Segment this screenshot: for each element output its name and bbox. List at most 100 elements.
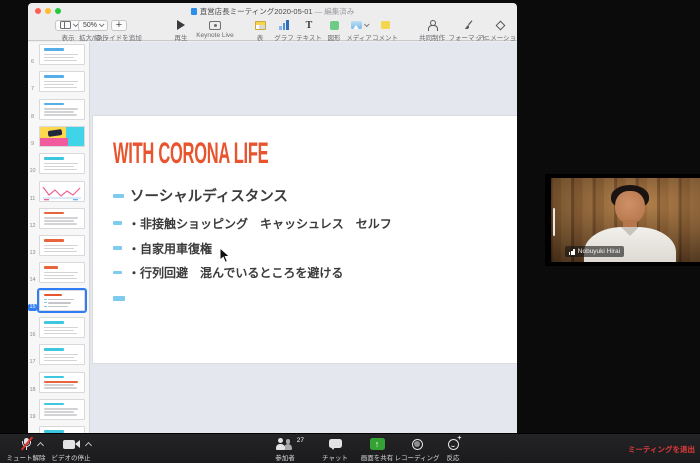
slide-thumbnail[interactable]	[39, 426, 85, 433]
keynote-content: 6 7 8 9 10 11 12 13 14 15 16 17 18 19 20 WITH CORONA L…	[28, 42, 517, 433]
current-slide[interactable]: WITH CORONA LIFE ソーシャルディスタンス・非接触ショッピング キ…	[93, 116, 517, 363]
slide-thumbnail[interactable]	[39, 181, 85, 202]
bullet-dash-icon	[113, 246, 122, 249]
document-button[interactable]: 書類	[502, 19, 517, 42]
slide-number: 10	[28, 168, 37, 174]
bullet-text: ・行列回避 混んでいるところを避ける	[128, 264, 343, 281]
slide-thumbnail-row: 8	[28, 99, 90, 120]
keynote-toolbar: 表示 50% 拡大/縮小 + スライドを追加 再生 Keynote Live 表	[28, 17, 517, 41]
slide-number: 18	[28, 387, 37, 393]
record-button[interactable]: レコーディング	[392, 437, 442, 462]
slide-thumbnail-row: 7	[28, 71, 90, 92]
slide-number: 14	[28, 277, 37, 283]
muted-mic-icon	[19, 437, 33, 451]
reaction-smiley-icon	[448, 439, 459, 450]
window-title: 直営店長ミーティング2020-05-01 — 編集済み	[28, 6, 517, 17]
unmute-button[interactable]: ミュート解除	[2, 437, 50, 462]
keynote-titlebar[interactable]: 直営店長ミーティング2020-05-01 — 編集済み	[28, 3, 517, 17]
slide-number: 13	[28, 250, 37, 256]
bullet-item: ソーシャルディスタンス	[113, 185, 288, 206]
bullet-item: ・自家用車復権	[113, 240, 212, 257]
zoom-meeting-screen: 直営店長ミーティング2020-05-01 — 編集済み 表示 50% 拡大/縮小…	[0, 0, 700, 463]
chat-bubble-icon	[329, 438, 342, 450]
slide-thumbnail[interactable]	[39, 235, 85, 256]
tile-resize-handle[interactable]	[553, 208, 555, 236]
bullet-item	[113, 296, 131, 301]
bullet-dash-icon	[113, 194, 124, 198]
participants-button[interactable]: 27 参加者	[262, 437, 308, 462]
slide-thumbnail[interactable]	[39, 290, 85, 311]
slide-number: 15	[28, 304, 37, 311]
participant-video: Nobuyuki Hirai	[551, 178, 700, 262]
participants-count-badge: 27	[297, 437, 304, 444]
slide-number: 8	[28, 114, 37, 120]
slide-thumbnail-row: 14	[28, 262, 90, 283]
bullet-text: ソーシャルディスタンス	[130, 185, 288, 206]
comment-icon	[381, 21, 390, 29]
slide-thumbnail[interactable]	[39, 399, 85, 420]
slide-number: 12	[28, 223, 37, 229]
comment-button[interactable]: コメント	[360, 19, 410, 42]
slide-number: 9	[28, 141, 37, 147]
slide-thumbnail[interactable]	[39, 317, 85, 338]
slide-canvas: WITH CORONA LIFE ソーシャルディスタンス・非接触ショッピング キ…	[90, 42, 517, 433]
bullet-dash-icon	[113, 221, 122, 224]
slide-thumbnail[interactable]	[39, 344, 85, 365]
chat-button[interactable]: チャット	[314, 437, 356, 462]
slide-thumbnail-row: 16	[28, 317, 90, 338]
slide-thumbnail-row: 11	[28, 181, 90, 202]
zoom-meeting-toolbar: ミュート解除 ビデオの停止 27 参加者 チャット ↑ 画面を共有 レコーディン…	[0, 433, 700, 463]
paintbrush-icon	[463, 20, 474, 31]
mouse-cursor	[219, 247, 231, 269]
slide-thumbnail[interactable]	[39, 99, 85, 120]
document-proxy-icon	[191, 8, 197, 15]
bullet-text: ・自家用車復権	[128, 240, 212, 257]
slide-thumbnail-row: 13	[28, 235, 90, 256]
slide-thumbnail[interactable]	[39, 153, 85, 174]
share-screen-icon: ↑	[370, 438, 385, 450]
slide-number: 19	[28, 414, 37, 420]
play-icon	[177, 20, 185, 30]
add-slide-button[interactable]: + スライドを追加	[94, 19, 144, 42]
leave-meeting-button[interactable]: ミーティングを退出	[628, 444, 695, 455]
bullet-dash-icon	[113, 296, 125, 301]
slide-number: 16	[28, 332, 37, 338]
slide-thumbnail-row: 19	[28, 399, 90, 420]
slide-thumbnail[interactable]	[39, 372, 85, 393]
bullet-text: ・非接触ショッピング キャッシュレス セルフ	[128, 215, 392, 232]
slide-thumbnail-row: 10	[28, 153, 90, 174]
person-icon	[427, 20, 437, 30]
slide-thumbnail[interactable]	[39, 208, 85, 229]
slide-thumbnail-row: 18	[28, 372, 90, 393]
reactions-button[interactable]: 反応	[436, 437, 470, 462]
audio-level-icon	[569, 249, 575, 255]
plus-icon: +	[116, 21, 122, 30]
slide-title: WITH CORONA LIFE	[113, 137, 268, 171]
keynote-live-icon	[209, 21, 221, 30]
participant-name-tag: Nobuyuki Hirai	[565, 246, 624, 257]
slide-thumbnail[interactable]	[39, 44, 85, 65]
participants-icon	[277, 438, 293, 450]
slide-number: 7	[28, 86, 37, 92]
slide-number: 17	[28, 359, 37, 365]
slide-thumbnail-row: 17	[28, 344, 90, 365]
video-camera-icon	[63, 439, 80, 450]
slide-thumbnail-row: 6	[28, 44, 90, 65]
slide-thumbnail[interactable]	[39, 71, 85, 92]
slide-thumbnail[interactable]	[39, 262, 85, 283]
keynote-live-button[interactable]: Keynote Live	[190, 19, 240, 39]
slide-number: 11	[28, 196, 37, 202]
slide-thumbnail-row: 12	[28, 208, 90, 229]
slide-thumbnail-row: 9	[28, 126, 90, 147]
record-icon	[412, 439, 423, 450]
keynote-window: 直営店長ミーティング2020-05-01 — 編集済み 表示 50% 拡大/縮小…	[28, 3, 517, 433]
slide-thumbnail-row: 20	[28, 426, 90, 433]
slide-thumbnail-row: 15	[28, 290, 90, 311]
bullet-dash-icon	[113, 271, 122, 274]
slide-navigator[interactable]: 6 7 8 9 10 11 12 13 14 15 16 17 18 19 20	[28, 42, 90, 433]
stop-video-button[interactable]: ビデオの停止	[48, 437, 94, 462]
participant-name: Nobuyuki Hirai	[578, 248, 620, 255]
slide-thumbnail[interactable]	[39, 126, 85, 147]
participant-video-tile[interactable]: Nobuyuki Hirai	[545, 174, 700, 266]
slide-number: 6	[28, 59, 37, 65]
